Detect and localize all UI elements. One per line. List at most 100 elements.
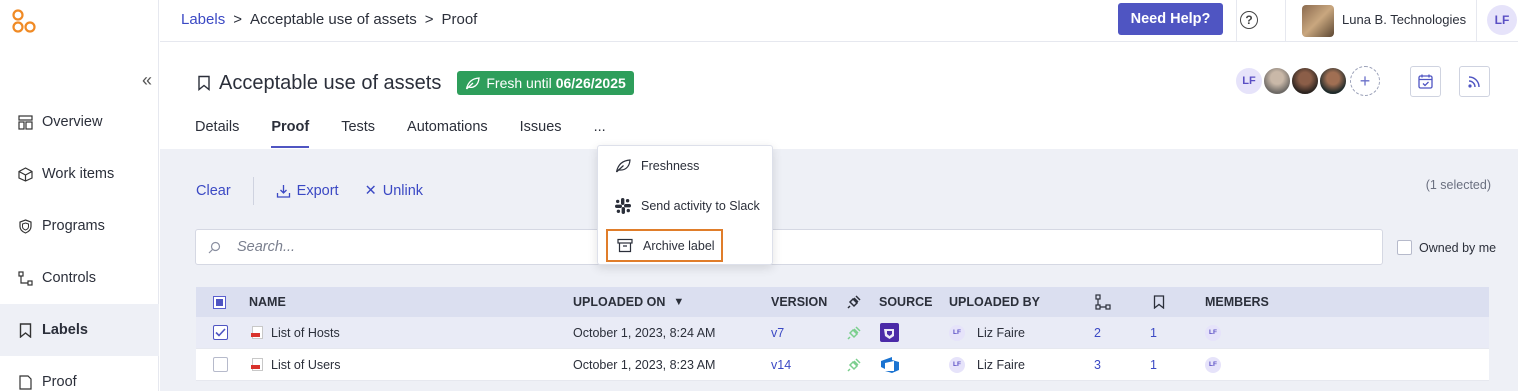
org-avatar[interactable]: [1302, 5, 1334, 37]
menu-item-send-to-slack[interactable]: Send activity to Slack: [598, 188, 774, 224]
help-question-icon[interactable]: ?: [1240, 11, 1258, 29]
proof-name[interactable]: List of Users: [251, 358, 340, 372]
select-all-checkbox[interactable]: [213, 295, 226, 309]
column-header-version[interactable]: VERSION: [771, 295, 827, 309]
menu-item-label: Archive label: [643, 238, 715, 253]
labels-count[interactable]: 1: [1150, 358, 1157, 372]
sidebar-item-overview[interactable]: Overview: [0, 96, 159, 148]
sidebar-item-labels[interactable]: Labels: [0, 304, 159, 356]
table-row[interactable]: List of Users October 1, 2023, 8:23 AM v…: [196, 349, 1489, 381]
search-box[interactable]: [195, 229, 1383, 265]
overview-icon: [17, 114, 33, 130]
member-avatar[interactable]: [1290, 66, 1320, 96]
archive-icon: [616, 237, 634, 255]
clear-button[interactable]: Clear: [196, 183, 231, 199]
uploaded-on: October 1, 2023, 8:23 AM: [573, 357, 716, 372]
sidebar-item-programs[interactable]: Programs: [0, 200, 159, 252]
version-link[interactable]: v14: [771, 358, 791, 372]
add-member-button[interactable]: +: [1350, 66, 1380, 96]
menu-item-freshness[interactable]: Freshness: [598, 148, 774, 184]
tab-automations[interactable]: Automations: [407, 116, 488, 149]
sidebar-item-label: Proof: [42, 374, 77, 390]
links-count[interactable]: 3: [1094, 358, 1101, 372]
tab-tests[interactable]: Tests: [341, 116, 375, 149]
bookmark-icon: [1153, 295, 1165, 309]
sidebar: « Overview Work items Programs Controls: [0, 0, 159, 391]
labels-count[interactable]: 1: [1150, 326, 1157, 340]
uploaded-on: October 1, 2023, 8:24 AM: [573, 325, 716, 340]
user-avatar[interactable]: LF: [1487, 5, 1517, 35]
plug-icon: [847, 295, 861, 309]
rss-button[interactable]: [1459, 66, 1490, 97]
column-header-label: UPLOADED ON: [573, 295, 666, 309]
topbar: Labels > Acceptable use of assets > Proof Ne…: [160, 0, 1518, 42]
sidebar-item-controls[interactable]: Controls: [0, 252, 159, 304]
proof-name-text: List of Hosts: [271, 325, 340, 340]
breadcrumb: Labels > Acceptable use of assets > Proof: [181, 11, 477, 28]
uploader-name: Liz Faire: [977, 357, 1025, 372]
version-link[interactable]: v7: [771, 326, 784, 340]
more-actions-menu: Freshness Send activity to Slack Archive…: [597, 145, 773, 265]
jira-icon[interactable]: [880, 323, 899, 342]
need-help-button[interactable]: Need Help?: [1118, 3, 1223, 35]
members-cell[interactable]: LF: [1205, 356, 1233, 373]
breadcrumb-separator: >: [233, 11, 242, 28]
column-header-uploaded-by[interactable]: UPLOADED BY: [949, 295, 1040, 309]
sidebar-item-label: Programs: [42, 218, 105, 234]
menu-item-label: Freshness: [641, 159, 700, 173]
owned-by-me-checkbox[interactable]: [1397, 240, 1412, 255]
members-cell[interactable]: LF: [1205, 324, 1233, 341]
uploaded-by[interactable]: LF Liz Faire: [949, 324, 1025, 341]
uploader-avatar: LF: [949, 356, 965, 373]
sidebar-nav: Overview Work items Programs Controls La…: [0, 96, 159, 391]
breadcrumb-label-item[interactable]: Acceptable use of assets: [250, 11, 417, 28]
divider: [1236, 0, 1237, 42]
tab-details[interactable]: Details: [195, 116, 239, 149]
uploader-name: Liz Faire: [977, 325, 1025, 340]
logo-icon[interactable]: [11, 8, 37, 34]
column-header-source[interactable]: SOURCE: [879, 295, 932, 309]
sort-desc-icon: ▼: [673, 296, 685, 308]
member-avatar[interactable]: [1318, 66, 1348, 96]
breadcrumb-labels-link[interactable]: Labels: [181, 11, 225, 28]
toolbar: Clear Export ✕ Unlink: [196, 177, 423, 205]
collapse-chevrons-icon[interactable]: «: [142, 70, 152, 91]
column-header-name[interactable]: NAME: [249, 295, 286, 309]
calendar-check-button[interactable]: [1410, 66, 1441, 97]
row-checkbox[interactable]: [213, 325, 228, 340]
sidebar-item-proof[interactable]: Proof: [0, 356, 159, 391]
slack-icon: [614, 197, 632, 215]
rss-icon: [1468, 76, 1480, 88]
column-header-members[interactable]: MEMBERS: [1205, 295, 1269, 309]
row-checkbox[interactable]: [213, 357, 228, 372]
owned-by-me-filter[interactable]: Owned by me: [1397, 240, 1496, 255]
links-count[interactable]: 2: [1094, 326, 1101, 340]
table-header: NAME UPLOADED ON ▼ VERSION SOURCE UPLOAD…: [196, 287, 1489, 317]
sidebar-item-label: Overview: [42, 114, 103, 130]
azure-devops-icon[interactable]: [880, 356, 900, 374]
tab-proof[interactable]: Proof: [271, 116, 309, 149]
member-avatar[interactable]: [1262, 66, 1292, 96]
proof-name[interactable]: List of Hosts: [251, 325, 340, 340]
owned-by-me-label: Owned by me: [1419, 240, 1497, 255]
plug-icon: [847, 357, 861, 372]
table-row[interactable]: List of Hosts October 1, 2023, 8:24 AM v…: [196, 317, 1489, 349]
unlink-button[interactable]: ✕ Unlink: [365, 183, 423, 199]
org-name[interactable]: Luna B. Technologies: [1342, 12, 1466, 27]
controls-icon: [17, 270, 33, 286]
fresh-badge[interactable]: Fresh until 06/26/2025: [457, 71, 634, 95]
close-icon: ✕: [364, 183, 377, 199]
menu-item-archive-label[interactable]: Archive label: [606, 229, 723, 262]
tab-issues[interactable]: Issues: [520, 116, 562, 149]
cube-icon: [17, 166, 33, 182]
uploaded-by[interactable]: LF Liz Faire: [949, 356, 1025, 373]
title-row: Acceptable use of assets Fresh until 06/…: [197, 71, 634, 95]
column-header-uploaded-on[interactable]: UPLOADED ON ▼: [573, 295, 684, 309]
export-label: Export: [296, 183, 339, 199]
divider: [252, 177, 254, 205]
member-avatar[interactable]: LF: [1234, 66, 1264, 96]
search-icon: [208, 241, 221, 253]
uploader-avatar: LF: [949, 324, 965, 341]
export-button[interactable]: Export: [276, 183, 339, 199]
sidebar-item-work-items[interactable]: Work items: [0, 148, 159, 200]
